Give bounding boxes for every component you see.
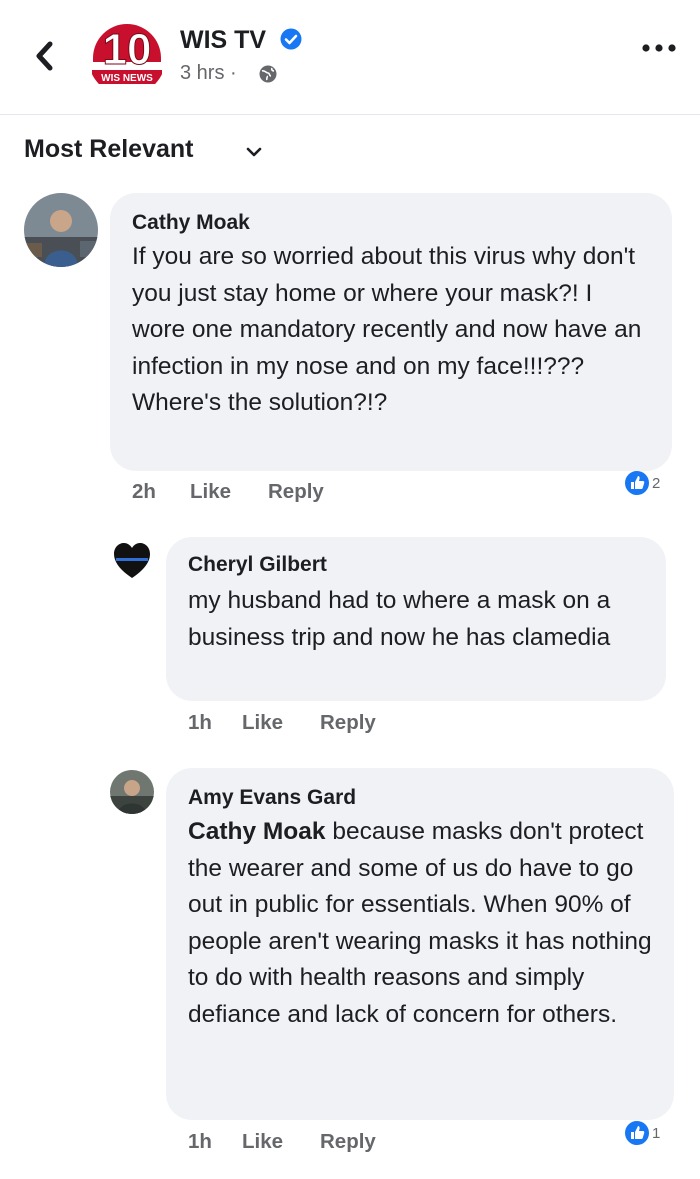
page-name[interactable]: WIS TV bbox=[180, 26, 266, 55]
comment-text: Cathy Moak because masks don't protect t… bbox=[188, 814, 658, 1033]
back-button[interactable] bbox=[30, 36, 60, 76]
like-button[interactable]: Like bbox=[190, 480, 231, 504]
verified-badge-icon bbox=[280, 28, 302, 50]
comment-bubble: Amy Evans Gard Cathy Moak because masks … bbox=[166, 768, 674, 1120]
reaction-count[interactable]: 1 bbox=[624, 1120, 660, 1146]
reply-button[interactable]: Reply bbox=[268, 480, 324, 504]
globe-icon bbox=[258, 64, 278, 84]
comment-bubble: Cheryl Gilbert my husband had to where a… bbox=[166, 537, 666, 701]
reaction-count[interactable]: 2 bbox=[624, 470, 660, 496]
user-photo bbox=[110, 538, 154, 582]
page-avatar[interactable]: 10 WIS NEWS bbox=[88, 18, 166, 96]
comment-text-body: because masks don't protect the wearer a… bbox=[188, 818, 652, 1028]
user-photo bbox=[110, 770, 154, 814]
comment-bubble: Cathy Moak If you are so worried about t… bbox=[110, 193, 672, 471]
svg-text:10: 10 bbox=[103, 25, 152, 74]
avatar[interactable] bbox=[110, 770, 154, 814]
more-options-icon bbox=[642, 44, 676, 52]
svg-text:WIS NEWS: WIS NEWS bbox=[101, 73, 153, 84]
comment-time: 1h bbox=[188, 711, 212, 734]
mention-link[interactable]: Cathy Moak bbox=[188, 818, 326, 845]
header-divider bbox=[0, 114, 700, 115]
comment-time: 1h bbox=[188, 1130, 212, 1153]
comment-author[interactable]: Cheryl Gilbert bbox=[188, 553, 327, 577]
reaction-number: 2 bbox=[652, 474, 661, 492]
more-options-button[interactable] bbox=[636, 38, 682, 58]
like-button[interactable]: Like bbox=[242, 711, 283, 735]
like-button[interactable]: Like bbox=[242, 1130, 283, 1154]
like-reaction-icon bbox=[625, 471, 649, 495]
like-reaction-icon bbox=[625, 1121, 649, 1145]
comment-text: If you are so worried about this virus w… bbox=[132, 243, 642, 416]
chevron-down-icon[interactable] bbox=[244, 142, 264, 162]
reply-button[interactable]: Reply bbox=[320, 1130, 376, 1154]
reaction-number: 1 bbox=[652, 1124, 661, 1142]
post-time: 3 hrs · bbox=[180, 62, 237, 84]
comment-author[interactable]: Amy Evans Gard bbox=[188, 786, 356, 810]
comment-author[interactable]: Cathy Moak bbox=[132, 211, 250, 235]
avatar[interactable] bbox=[24, 193, 98, 267]
wis-logo: 10 WIS NEWS bbox=[89, 19, 165, 95]
comment-sort-label[interactable]: Most Relevant bbox=[24, 135, 193, 164]
avatar[interactable] bbox=[110, 538, 154, 582]
comment-time: 2h bbox=[132, 480, 156, 503]
reply-button[interactable]: Reply bbox=[320, 711, 376, 735]
back-chevron-icon bbox=[36, 41, 53, 71]
user-photo bbox=[24, 193, 98, 267]
comment-text: my husband had to where a mask on a busi… bbox=[188, 587, 611, 651]
